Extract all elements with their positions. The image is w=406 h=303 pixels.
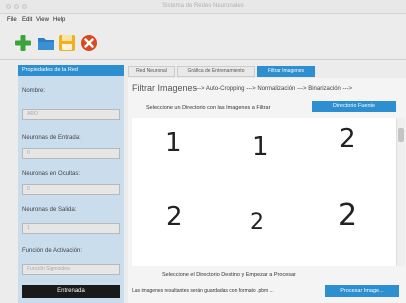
salida-label: Neuronas de Salida:	[22, 207, 77, 213]
scrollbar-thumb[interactable]	[398, 128, 404, 142]
tab-grafica-entrenamiento[interactable]: Gráfica de Entrenamiento	[177, 66, 255, 77]
digit-image: 2	[338, 198, 358, 233]
tab-filtrar-imagenes[interactable]: Filtrar Imagenes	[257, 66, 315, 77]
menu-bar: File Edit View Help	[0, 14, 406, 26]
entrada-label: Neuronas de Entrada:	[22, 135, 81, 141]
ocultas-label: Neuronas en Ocultas:	[22, 171, 81, 177]
salida-field[interactable]: 1	[22, 223, 120, 234]
nombre-field[interactable]: ARO	[22, 109, 120, 120]
window-titlebar: Sistema de Redes Neuronales	[0, 0, 406, 14]
digit-image: 2	[166, 202, 183, 232]
digit-image: 2	[250, 210, 264, 235]
tab-red-neuronal[interactable]: Red Neuronal	[128, 66, 175, 77]
close-icon[interactable]	[80, 34, 98, 52]
digit-image: 1	[165, 128, 182, 158]
digit-image: 2	[339, 124, 356, 154]
activacion-label: Función de Activación:	[22, 248, 83, 254]
image-preview-area: 1 1 2 2 2 2	[132, 118, 399, 266]
ocultas-field[interactable]: 0	[22, 184, 120, 195]
select-dest-text: Seleccione el Directorio Destino y Empez…	[162, 272, 296, 278]
source-directory-button[interactable]: Directorio Fuente	[312, 101, 396, 112]
menu-edit[interactable]: Edit	[22, 17, 32, 23]
properties-panel: Nombre: ARO Neuronas de Entrada: 0 Neuro…	[18, 76, 124, 303]
plus-icon[interactable]	[14, 34, 32, 52]
window-title: Sistema de Redes Neuronales	[162, 3, 244, 9]
menu-view[interactable]: View	[36, 17, 49, 23]
train-button[interactable]: Entrenada	[22, 285, 120, 298]
nombre-label: Nombre:	[22, 88, 46, 94]
toolbar	[0, 26, 406, 60]
digit-image: 1	[252, 132, 269, 162]
saved-format-text: Las imagenes resultantes serán guardadas…	[132, 288, 274, 294]
properties-header: Propiedades de la Red	[18, 65, 124, 76]
menu-file[interactable]: File	[7, 17, 17, 23]
select-source-text: Seleccione un Directorio con las Imagene…	[146, 105, 271, 111]
content-title: Filtrar Imagenes	[132, 83, 198, 93]
filtrar-content: Filtrar Imagenes ---> Auto-Cropping --->…	[128, 78, 406, 303]
save-icon[interactable]	[58, 34, 76, 52]
pipeline-text: ---> Auto-Cropping ---> Normalización --…	[195, 86, 353, 92]
entrada-field[interactable]: 0	[22, 148, 120, 159]
folder-icon[interactable]	[37, 34, 55, 52]
process-image-button[interactable]: Procesar Image...	[325, 285, 399, 297]
activacion-field[interactable]: Función Sigmoidea	[22, 264, 120, 275]
image-scrollbar[interactable]	[396, 118, 405, 266]
menu-help[interactable]: Help	[53, 17, 65, 23]
